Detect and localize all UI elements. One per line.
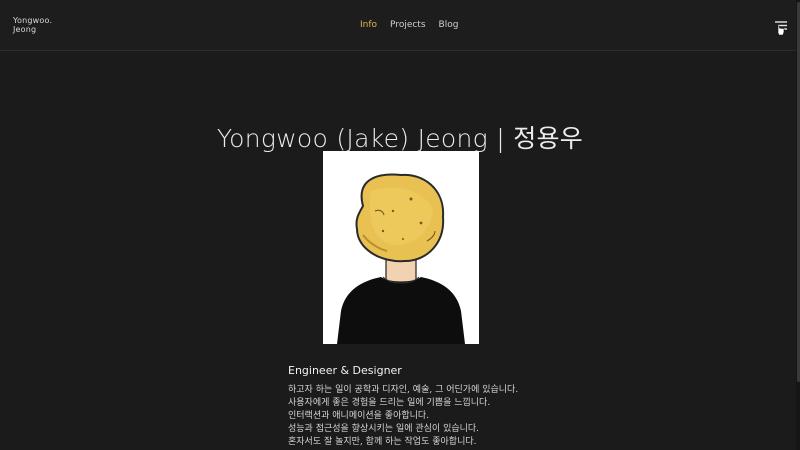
scrollbar[interactable]	[796, 0, 800, 450]
potato-head-avatar-icon	[337, 173, 465, 344]
bio-line-1: 하고자 하는 일이 공학과 디자인, 예술, 그 어딘가에 있습니다.	[288, 385, 519, 395]
menu-button[interactable]	[772, 19, 790, 36]
main-nav: Info Projects Blog	[360, 20, 458, 30]
brand-logo[interactable]: Yongwoo. Jeong	[13, 16, 52, 34]
bio-text: 하고자 하는 일이 공학과 디자인, 예술, 그 어딘가에 있습니다. 사용자에…	[288, 384, 518, 449]
subtitle: Engineer & Designer	[288, 364, 402, 377]
bio-line-5: 혼자서도 잘 놀지만, 함께 하는 작업도 좋아합니다.	[288, 437, 477, 447]
avatar	[323, 151, 479, 344]
brand-line-2: Jeong	[13, 25, 37, 34]
bio-line-4: 성능과 접근성을 향상시키는 일에 관심이 있습니다.	[288, 424, 480, 434]
bio-line-3: 인터랙션과 애니메이션을 좋아합니다.	[288, 411, 430, 421]
filter-list-icon	[775, 21, 787, 36]
nav-blog[interactable]: Blog	[439, 20, 459, 30]
bio-line-2: 사용자에게 좋은 경험을 드리는 일에 기쁨을 느낍니다.	[288, 398, 491, 408]
page: Yongwoo. Jeong Info Projects Blog Yongwo…	[0, 0, 800, 450]
nav-info[interactable]: Info	[360, 20, 377, 30]
page-title: Yongwoo (Jake) Jeong | 정용우	[216, 123, 584, 153]
header: Yongwoo. Jeong Info Projects Blog	[0, 0, 800, 51]
brand-line-1: Yongwoo.	[13, 16, 53, 25]
nav-projects[interactable]: Projects	[390, 20, 425, 30]
